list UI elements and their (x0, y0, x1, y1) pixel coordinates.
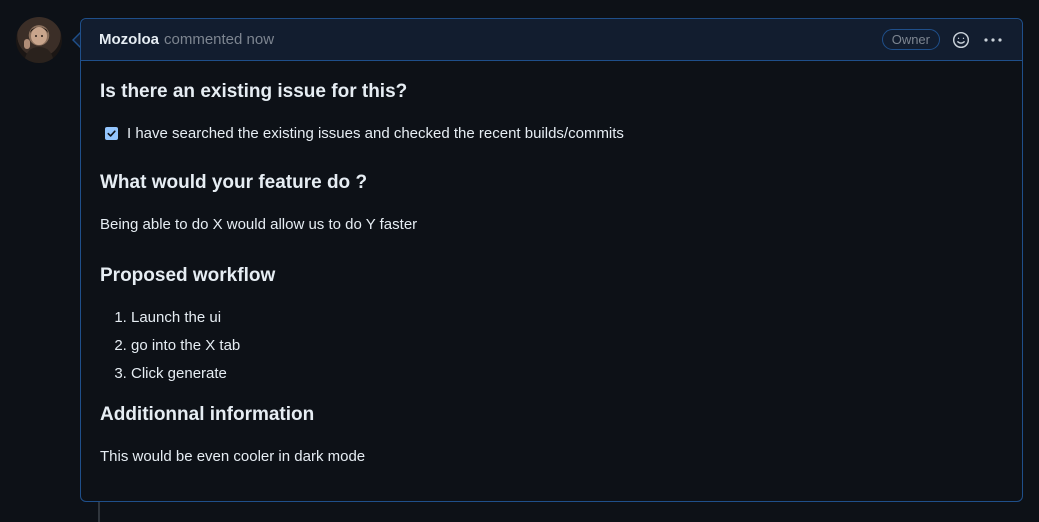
comment-container: Mozoloa commented now Owner Is there an … (80, 18, 1023, 502)
smiley-icon[interactable] (950, 29, 972, 51)
workflow-step: Click generate (131, 365, 1003, 393)
timeline-line (98, 502, 100, 522)
owner-badge: Owner (881, 29, 940, 50)
heading-feature: What would your feature do ? (100, 172, 368, 193)
heading-workflow: Proposed workflow (100, 265, 276, 286)
heading-existing-issue: Is there an existing issue for this? (100, 81, 408, 102)
header-actions: Owner (881, 29, 1004, 51)
heading-additional-info: Additionnal information (100, 404, 315, 425)
additional-info-text: This would be even cooler in dark mode (100, 448, 366, 465)
kebab-horizontal-icon[interactable] (982, 29, 1004, 51)
task-list-item: I have searched the existing issues and … (100, 125, 1003, 142)
comment-header: Mozoloa commented now Owner (81, 19, 1022, 61)
author-name-link[interactable]: Mozoloa (99, 31, 159, 48)
workflow-step: Launch the ui (131, 309, 1003, 337)
checkbox-checked-icon[interactable] (105, 127, 118, 140)
feature-description: Being able to do X would allow us to do … (100, 216, 418, 233)
checkbox-label: I have searched the existing issues and … (127, 125, 624, 142)
workflow-list: Launch the ui go into the X tab Click ge… (100, 309, 1003, 393)
author-avatar[interactable] (16, 17, 62, 63)
comment-body: Is there an existing issue for this? I h… (81, 61, 1022, 465)
comment-meta[interactable]: commented now (164, 31, 274, 48)
workflow-step: go into the X tab (131, 337, 1003, 365)
